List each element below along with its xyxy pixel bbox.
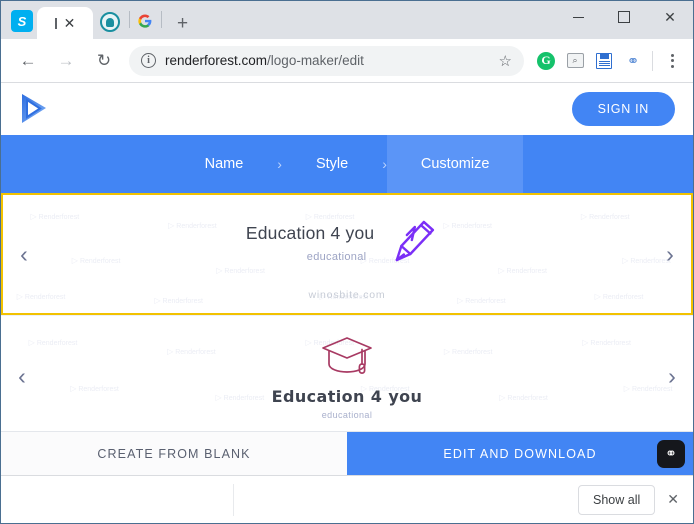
logo-results-list: RenderforestRenderforest RenderforestRen… (1, 193, 693, 431)
page-content: SIGN IN Name › Style › Customize Renderf… (1, 83, 693, 475)
divider (129, 11, 130, 28)
renderforest-logo[interactable] (19, 92, 49, 126)
tab-active[interactable]: ✕ (37, 7, 93, 39)
back-icon[interactable]: ← (14, 47, 42, 75)
save-page-extension-icon[interactable] (591, 48, 617, 74)
new-tab-button[interactable]: + (177, 14, 188, 33)
site-info-icon[interactable]: i (141, 53, 156, 68)
browser-toolbar: ← → ↻ i renderforest.com/logo-maker/edit… (1, 39, 693, 83)
google-g-glyph (138, 14, 152, 28)
logo-preview: Education 4 you educational (45, 195, 649, 313)
minimize-button[interactable] (555, 1, 601, 33)
prev-logo-button[interactable]: ‹ (3, 241, 45, 268)
logo-card[interactable]: RenderforestRenderforest RenderforestRen… (1, 315, 693, 431)
close-shelf-icon[interactable]: ✕ (655, 491, 693, 508)
close-window-button[interactable]: ✕ (647, 1, 693, 33)
pencil-icon (395, 220, 434, 262)
link-badge-icon[interactable]: ⚭ (657, 439, 685, 468)
bookmark-star-icon[interactable]: ☆ (491, 52, 512, 70)
divider (161, 11, 162, 28)
divider (652, 50, 653, 71)
step-name[interactable]: Name (171, 135, 278, 193)
chain-glyph: ⚭ (626, 52, 640, 70)
search-extension-icon[interactable]: ⌕ (562, 48, 588, 74)
url-path: /logo-maker/edit (267, 53, 364, 68)
floppy-disk-glyph (596, 52, 612, 69)
close-icon[interactable]: ✕ (64, 16, 76, 30)
reload-icon[interactable]: ↻ (90, 47, 118, 75)
show-all-downloads-button[interactable]: Show all (578, 484, 656, 515)
logo-title: Education 4 you (245, 223, 375, 243)
search-glyph: ⌕ (566, 53, 584, 68)
action-bar: CREATE FROM BLANK EDIT AND DOWNLOAD ⚭ (1, 431, 693, 475)
logo-tagline: educational (306, 251, 367, 263)
site-watermark: winosbite.com (308, 289, 386, 301)
forward-icon[interactable]: → (52, 47, 80, 75)
maximize-button[interactable] (601, 1, 647, 33)
create-from-blank-button[interactable]: CREATE FROM BLANK (1, 432, 347, 475)
graduation-cap-icon (322, 337, 372, 374)
link-extension-icon[interactable]: ⚭ (620, 48, 646, 74)
logo-title: Education 4 you (271, 387, 423, 406)
download-item[interactable] (1, 476, 233, 523)
step-style[interactable]: Style (282, 135, 382, 193)
grammarly-glyph: G (537, 51, 555, 70)
divider (233, 483, 234, 516)
wizard-steps: Name › Style › Customize (1, 135, 693, 193)
skype-icon[interactable]: S (11, 10, 33, 32)
address-bar[interactable]: i renderforest.com/logo-maker/edit ☆ (129, 45, 524, 76)
download-shelf: Show all ✕ (1, 475, 693, 523)
logo-preview: Education 4 you educational (43, 316, 651, 431)
grammarly-extension-icon[interactable]: G (533, 48, 559, 74)
tab-strip: S ✕ + ✕ (1, 1, 693, 39)
site-header: SIGN IN (1, 83, 693, 135)
avatar-icon[interactable] (100, 12, 120, 32)
browser-menu-button[interactable] (659, 53, 685, 68)
step-customize[interactable]: Customize (386, 135, 524, 193)
sign-in-button[interactable]: SIGN IN (571, 92, 675, 126)
loading-icon (54, 17, 57, 29)
next-logo-button[interactable]: › (651, 363, 693, 390)
prev-logo-button[interactable]: ‹ (1, 363, 43, 390)
url-text: renderforest.com/logo-maker/edit (165, 53, 364, 68)
logo-tagline: educational (321, 410, 373, 420)
logo-card-selected[interactable]: RenderforestRenderforest RenderforestRen… (1, 193, 693, 315)
next-logo-button[interactable]: › (649, 241, 691, 268)
edit-and-download-button[interactable]: EDIT AND DOWNLOAD (347, 432, 693, 475)
browser-window: S ✕ + ✕ ← → ↻ i renderforest.com/logo-ma… (0, 0, 694, 524)
google-icon[interactable] (137, 13, 153, 33)
url-domain: renderforest.com (165, 53, 268, 68)
window-controls: ✕ (555, 1, 693, 33)
